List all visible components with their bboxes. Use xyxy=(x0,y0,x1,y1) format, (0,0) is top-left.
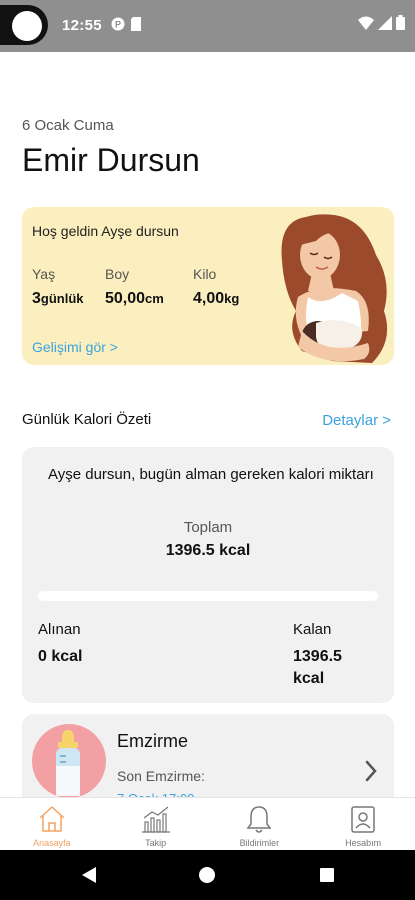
see-growth-link[interactable]: Gelişimi gör > xyxy=(32,339,118,355)
chart-icon xyxy=(141,806,170,833)
taken-value: 0 kcal xyxy=(38,648,83,665)
age-stat: Yaş 3günlük xyxy=(32,266,84,308)
last-feeding-label: Son Emzirme: xyxy=(117,768,205,784)
height-value: 50,00cm xyxy=(105,290,164,307)
nav-item-home[interactable]: Anasayfa xyxy=(0,798,104,850)
nav-label-notifications: Bildirimler xyxy=(239,838,280,848)
nav-item-notifications[interactable]: Bildirimler xyxy=(208,798,312,850)
status-time: 12:55 xyxy=(62,17,102,34)
chevron-right-icon[interactable] xyxy=(364,760,378,789)
details-link[interactable]: Detaylar > xyxy=(322,412,391,429)
taken-block: Alınan 0 kcal xyxy=(38,621,82,668)
home-icon xyxy=(39,806,65,832)
total-label: Toplam xyxy=(183,519,233,536)
weight-label: Kilo xyxy=(193,266,217,282)
mother-baby-illustration xyxy=(281,214,388,363)
taken-label: Alınan xyxy=(38,621,81,638)
sim-card-icon xyxy=(131,17,141,34)
back-icon[interactable] xyxy=(82,867,96,883)
age-label: Yaş xyxy=(32,266,56,282)
nav-item-account[interactable]: Hesabım xyxy=(311,798,415,850)
welcome-greeting: Hoş geldin Ayşe dursun xyxy=(32,223,179,239)
weight-value: 4,00kg xyxy=(193,290,240,307)
battery-icon xyxy=(396,15,405,30)
calorie-summary-title: Günlük Kalori Özeti xyxy=(22,411,152,428)
nav-label-tracking: Takip xyxy=(145,838,167,848)
svg-text:P: P xyxy=(115,20,121,30)
profile-icon xyxy=(351,806,375,833)
date-label: 6 Ocak Cuma xyxy=(22,117,114,134)
wifi-icon xyxy=(358,16,374,30)
feeding-title: Emzirme xyxy=(117,731,188,751)
total-value: 1396.5 kcal xyxy=(165,542,251,559)
height-label: Boy xyxy=(105,266,130,282)
weight-stat: Kilo 4,00kg xyxy=(193,266,239,308)
height-stat: Boy 50,00cm xyxy=(105,266,164,308)
remaining-label: Kalan xyxy=(293,621,332,638)
camera-cutout xyxy=(0,5,48,45)
remaining-block: Kalan 1396.5 kcal xyxy=(293,621,373,690)
data-saver-icon: P xyxy=(111,17,125,34)
page-title: Emir Dursun xyxy=(22,142,200,178)
recent-apps-icon[interactable] xyxy=(320,868,334,882)
nav-item-tracking[interactable]: Takip xyxy=(104,798,208,850)
home-button-icon[interactable] xyxy=(199,867,215,883)
signal-icon xyxy=(378,15,392,30)
calorie-description: Ayşe dursun, bugün alman gereken kalori … xyxy=(48,466,374,483)
status-icons xyxy=(358,15,405,30)
age-value: 3günlük xyxy=(32,290,84,307)
status-bar: 12:55 P xyxy=(0,0,415,52)
welcome-card[interactable]: Hoş geldin Ayşe dursun Yaş 3günlük Boy 5… xyxy=(22,207,394,365)
bell-icon xyxy=(246,806,272,833)
nav-label-account: Hesabım xyxy=(345,838,382,848)
remaining-value: 1396.5 kcal xyxy=(293,648,342,687)
calorie-progress-bar xyxy=(38,591,378,601)
baby-bottle-icon xyxy=(32,724,106,798)
bottom-navigation: Anasayfa Takip Bildirimler Hesabım xyxy=(0,797,415,850)
calorie-card: Ayşe dursun, bugün alman gereken kalori … xyxy=(22,447,394,703)
system-navigation-bar xyxy=(0,850,415,900)
nav-label-home: Anasayfa xyxy=(33,838,71,848)
